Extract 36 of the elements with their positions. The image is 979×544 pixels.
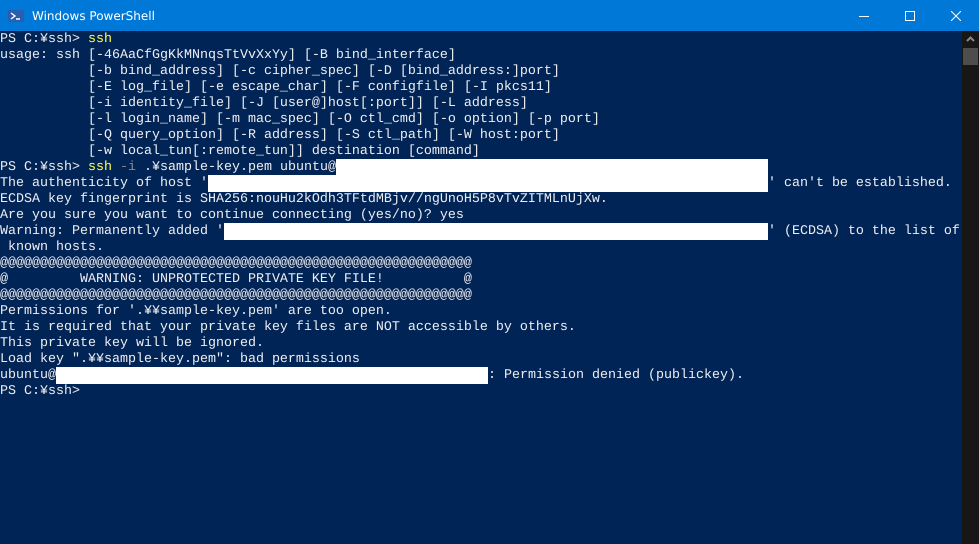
console-text: Load key ".¥¥sample-key.pem": bad permissions	[0, 352, 360, 368]
console-text: [-l login_name] [-m mac_spec] [-O ctl_cmd] [-o option] [-p port]	[86, 112, 600, 128]
close-icon[interactable]	[951, 10, 961, 20]
console-text: It is required that your private key files are NOT accessible by others.	[0, 320, 576, 336]
console-text: ssh	[88, 160, 112, 176]
console-text: [-i identity_file] [-J [user@]host[:port]] [-L address]	[86, 96, 528, 112]
console-text: ' can't be established.	[768, 176, 952, 192]
maximize-icon[interactable]	[905, 10, 915, 20]
console-text: [-b bind_address] [-c cipher_spec] [-D [bind_address:]port]	[86, 64, 560, 80]
scrollbar[interactable]	[962, 31, 979, 544]
console-text: ssh	[88, 32, 112, 48]
console-text: [-Q query_option] [-R address] [-S ctl_path] [-W host:port]	[86, 128, 560, 144]
console-text: usage: ssh [-46AaCfGgKkMNnqsTtVvXxYy] [-B bind_interface]	[0, 48, 456, 64]
console-text: : Permission denied (publickey).	[488, 368, 744, 384]
console-text: PS C:¥ssh>	[0, 160, 81, 176]
console-text: ubuntu@	[0, 368, 56, 384]
window-title: Windows PowerShell	[32, 8, 156, 22]
console-text: @ WARNING: UNPROTECTED PRIVATE KEY FILE! @	[0, 272, 472, 288]
console-text: Are you sure you want to continue connecting (yes/no)? yes	[0, 208, 464, 224]
console-text: -i	[118, 160, 136, 176]
console-text: known hosts.	[6, 240, 104, 256]
console-text: [-E log_file] [-e escape_char] [-F configfile] [-I pkcs11]	[86, 80, 552, 96]
console-text: @@@@@@@@@@@@@@@@@@@@@@@@@@@@@@@@@@@@@@@@@@@@@@@@@@@@@@@@@@@	[0, 288, 472, 304]
powershell-icon	[8, 8, 24, 24]
console-text: The authenticity of host '	[0, 176, 208, 192]
scroll-thumb[interactable]	[963, 48, 978, 65]
console-text: PS C:¥ssh>	[0, 32, 81, 48]
console-text: Warning: Permanently added '	[0, 224, 224, 240]
console-text: ' (ECDSA) to the list of	[768, 224, 960, 240]
console-text: ECDSA key fingerprint is SHA256:nouHu2kOdh3TFtdMBjv//ngUnoH5P8vTvZITMLnUjXw.	[0, 192, 608, 208]
console-text: .¥sample-key.pem ubuntu@	[142, 160, 336, 176]
console-text: PS C:¥ssh>	[0, 384, 80, 400]
console-text: [-w local_tun[:remote_tun]] destination [command]	[86, 144, 480, 160]
console-text: This private key will be ignored.	[0, 336, 264, 352]
console-text: @@@@@@@@@@@@@@@@@@@@@@@@@@@@@@@@@@@@@@@@@@@@@@@@@@@@@@@@@@@	[0, 256, 472, 272]
console-text: Permissions for '.¥¥sample-key.pem' are too open.	[0, 304, 392, 320]
